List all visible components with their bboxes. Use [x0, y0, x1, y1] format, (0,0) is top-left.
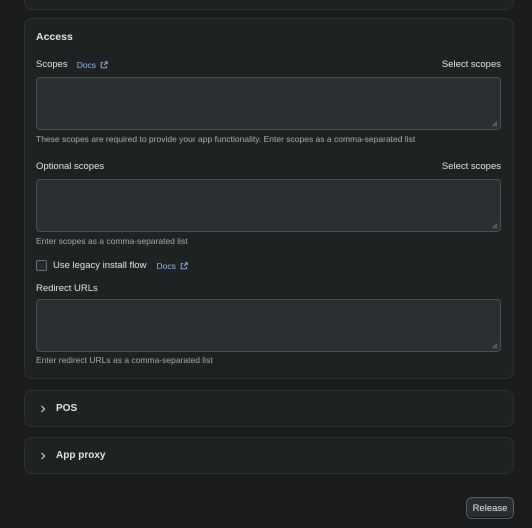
redirect-urls-help-text: Enter redirect URLs as a comma-separated…: [36, 355, 213, 365]
access-title: Access: [36, 31, 73, 43]
scopes-label-row: Scopes Docs Select scopes: [36, 59, 501, 70]
scopes-textarea[interactable]: [36, 77, 501, 130]
release-button[interactable]: Release: [466, 497, 514, 519]
previous-section-card: [24, 0, 514, 10]
chevron-right-icon: [41, 405, 46, 412]
legacy-install-checkbox[interactable]: [36, 260, 47, 271]
pos-toggle[interactable]: POS: [39, 391, 77, 426]
app-config-page: Access Scopes Docs Select scopes These s…: [0, 0, 532, 528]
app-proxy-section[interactable]: App proxy: [24, 437, 514, 474]
legacy-install-docs-link[interactable]: Docs: [156, 260, 188, 271]
redirect-urls-textarea[interactable]: [36, 299, 501, 352]
pos-section[interactable]: POS: [24, 390, 514, 427]
scopes-label: Scopes: [36, 59, 68, 70]
app-proxy-title: App proxy: [56, 450, 106, 461]
scopes-help-text: These scopes are required to provide you…: [36, 134, 416, 144]
redirect-urls-label-row: Redirect URLs: [36, 283, 501, 294]
optional-scopes-textarea[interactable]: [36, 179, 501, 232]
optional-scopes-help-text: Enter scopes as a comma-separated list: [36, 236, 188, 246]
legacy-install-label[interactable]: Use legacy install flow: [53, 260, 146, 271]
resize-grip-icon[interactable]: [491, 120, 498, 127]
scopes-select-button[interactable]: Select scopes: [442, 59, 501, 70]
pos-title: POS: [56, 403, 78, 414]
legacy-install-docs-label: Docs: [156, 260, 176, 271]
redirect-urls-label: Redirect URLs: [36, 283, 98, 294]
scopes-label-group: Scopes Docs: [36, 59, 108, 70]
scopes-docs-link[interactable]: Docs: [77, 60, 108, 70]
access-section: Access Scopes Docs Select scopes These s…: [24, 18, 514, 379]
legacy-install-row: Use legacy install flow Docs: [36, 260, 188, 271]
scopes-docs-label: Docs: [76, 59, 97, 70]
external-link-icon: [100, 60, 108, 68]
app-proxy-toggle[interactable]: App proxy: [39, 438, 105, 473]
optional-scopes-label: Optional scopes: [36, 161, 105, 172]
optional-scopes-select-button[interactable]: Select scopes: [442, 161, 501, 172]
chevron-right-icon: [41, 452, 46, 459]
optional-scopes-label-row: Optional scopes Select scopes: [36, 161, 501, 172]
resize-grip-icon[interactable]: [491, 222, 498, 229]
external-link-icon: [180, 261, 188, 269]
resize-grip-icon[interactable]: [491, 342, 498, 349]
